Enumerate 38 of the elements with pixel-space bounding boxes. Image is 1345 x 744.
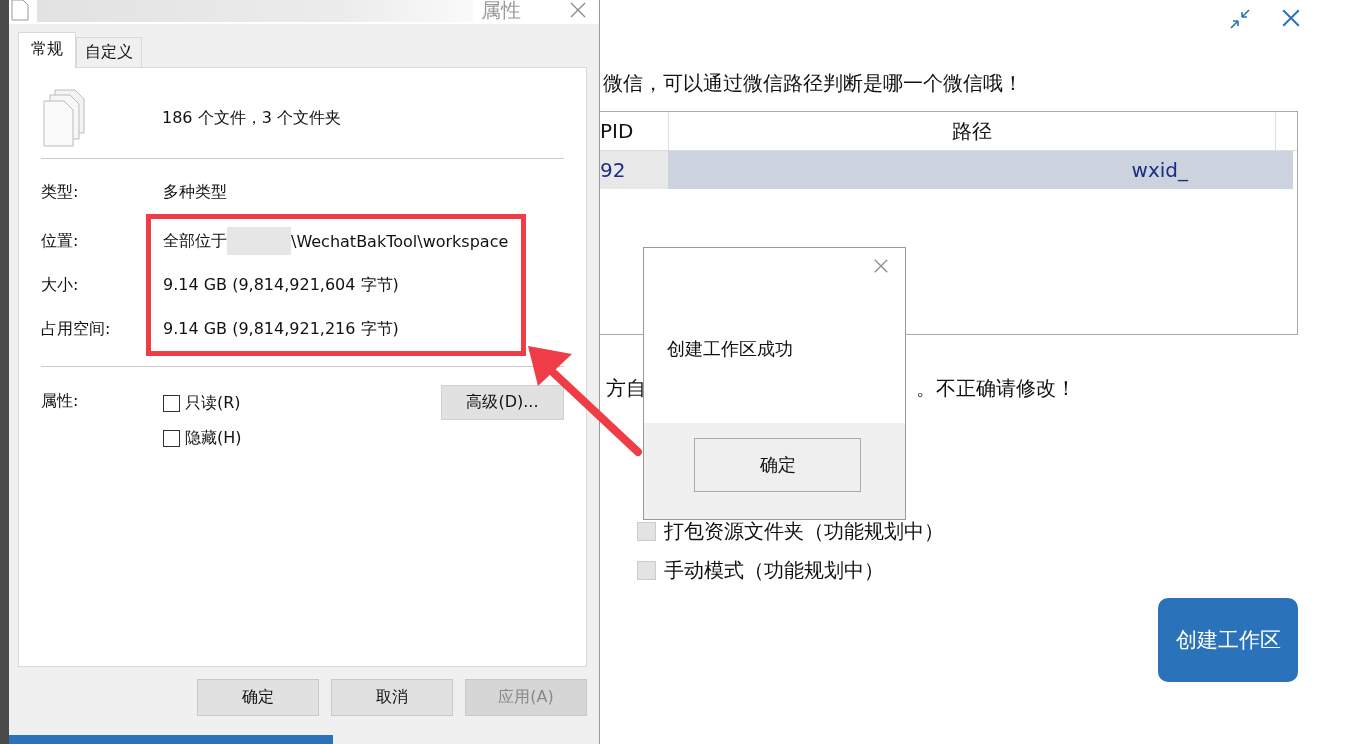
close-icon[interactable] bbox=[873, 258, 889, 274]
create-workspace-button[interactable]: 创建工作区 bbox=[1158, 598, 1298, 682]
checkbox[interactable] bbox=[163, 430, 180, 447]
option-label: 手动模式（功能规划中） bbox=[664, 557, 884, 584]
field-label: 类型: bbox=[41, 181, 80, 203]
checkbox-label: 隐藏(H) bbox=[185, 428, 242, 449]
tab[interactable]: 常规 bbox=[18, 32, 76, 68]
field-value: 9.14 GB (9,814,921,216 字节) bbox=[163, 318, 399, 340]
field-label: 大小: bbox=[41, 274, 80, 296]
redacted-block bbox=[227, 227, 291, 255]
field-value: 多种类型 bbox=[163, 181, 227, 203]
field-label: 位置: bbox=[41, 230, 80, 252]
summary-text: 186 个文件，3 个文件夹 bbox=[162, 107, 341, 129]
table-cell: 92 bbox=[600, 151, 668, 189]
field-label: 属性: bbox=[41, 390, 80, 412]
field-value: 9.14 GB (9,814,921,604 字节) bbox=[163, 274, 399, 296]
shrink-icon[interactable] bbox=[1229, 8, 1251, 30]
option-label: 打包资源文件夹（功能规划中） bbox=[664, 518, 944, 545]
column-header[interactable]: 路径 bbox=[669, 112, 1276, 150]
checkbox-label: 只读(R) bbox=[185, 393, 241, 414]
dialog-button[interactable]: 取消 bbox=[331, 679, 453, 716]
hint-text: 方自 bbox=[606, 375, 646, 402]
window-title: 属性 bbox=[481, 0, 521, 22]
tab[interactable]: 自定义 bbox=[76, 37, 142, 68]
message-text: 创建工作区成功 bbox=[667, 337, 794, 361]
field-label: 占用空间: bbox=[41, 318, 112, 340]
files-icon bbox=[41, 89, 87, 147]
checkbox[interactable] bbox=[163, 395, 180, 412]
hint-text: 。不正确请修改！ bbox=[916, 375, 1076, 402]
table-row[interactable]: 92 wxid_ bbox=[600, 151, 1293, 189]
ok-button[interactable]: 确定 bbox=[694, 438, 861, 492]
close-icon[interactable] bbox=[1281, 8, 1301, 28]
close-icon[interactable] bbox=[569, 1, 587, 19]
table-cell-text: wxid_ bbox=[1130, 157, 1190, 184]
dialog-button[interactable]: 确定 bbox=[197, 679, 319, 716]
field-value: 全部位于 \WechatBakTool\workspace bbox=[163, 227, 509, 255]
advanced-button[interactable]: 高级(D)... bbox=[441, 385, 564, 420]
instruction-text: 微信，可以通过微信路径判断是哪一个微信哦！ bbox=[603, 70, 1024, 97]
